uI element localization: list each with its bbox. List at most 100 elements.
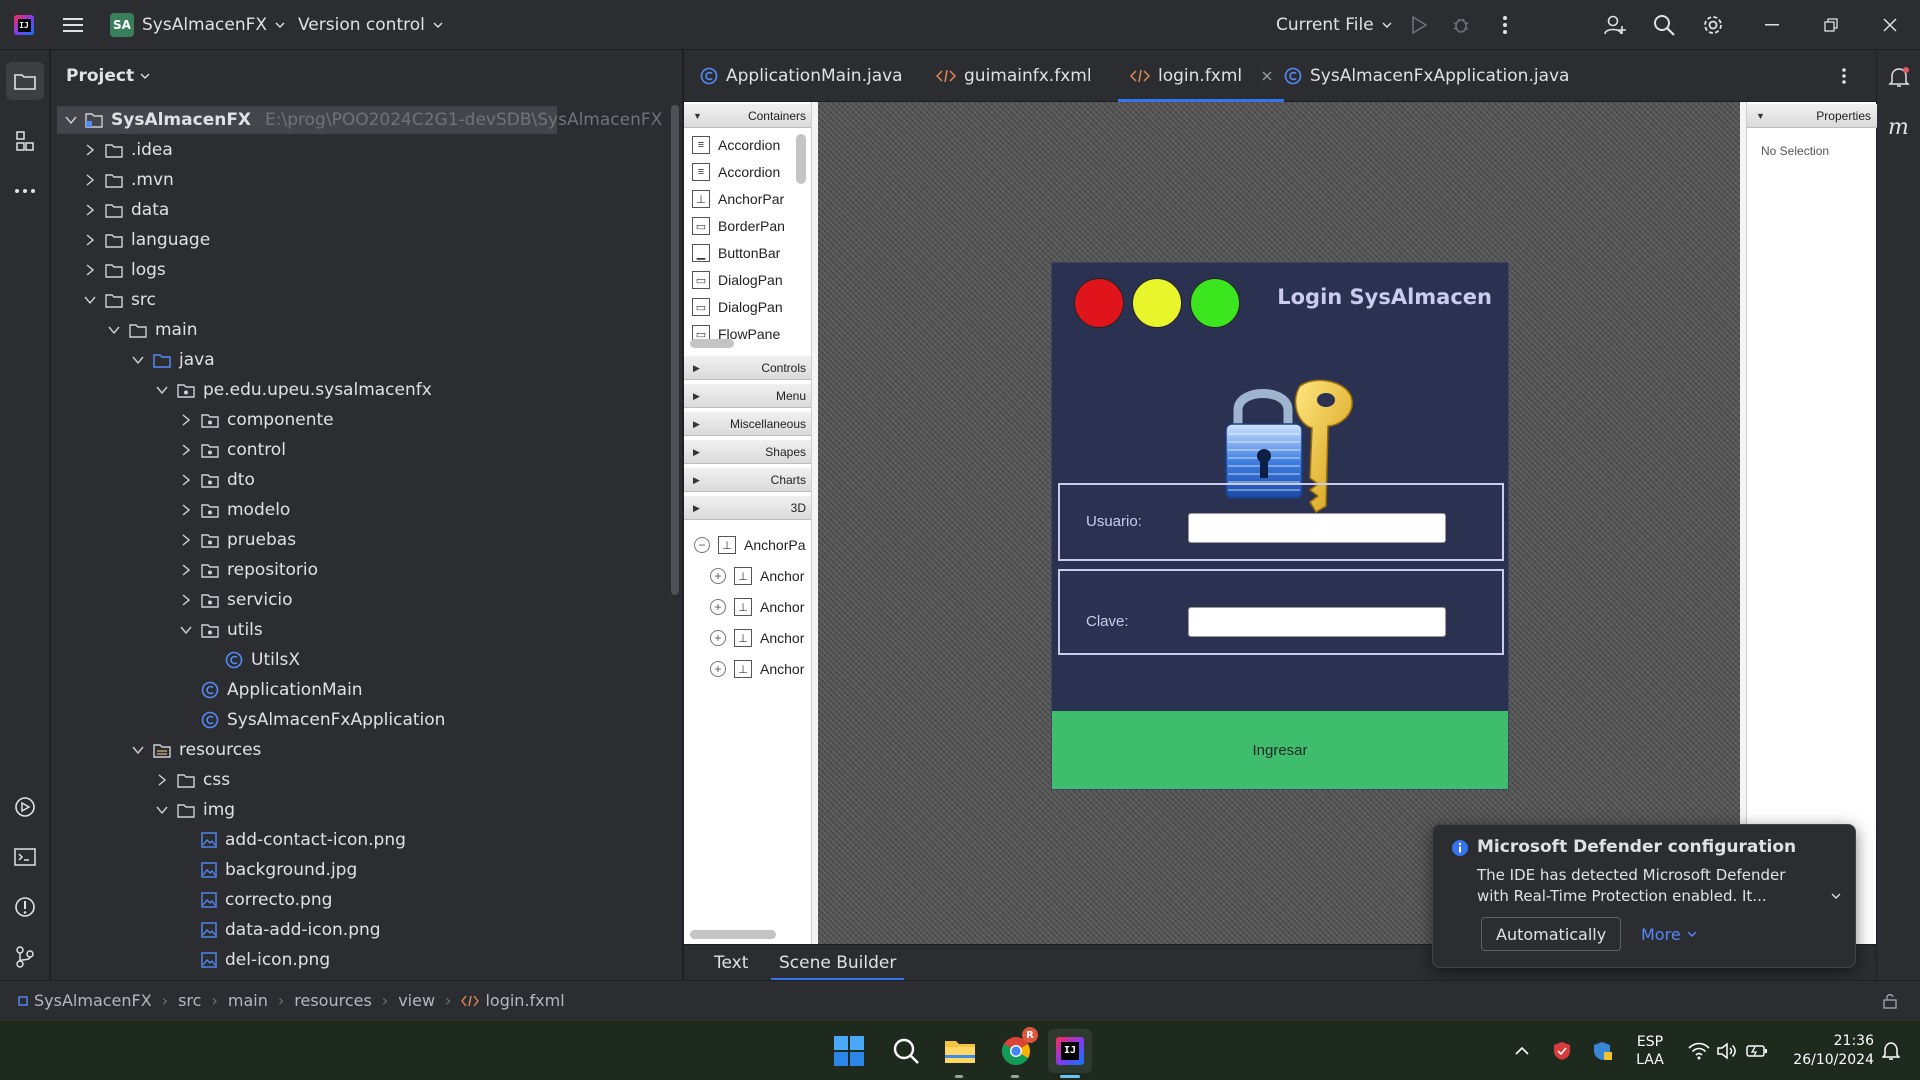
chevron-right-icon[interactable] [83,143,97,157]
chevron-down-icon[interactable] [65,113,77,127]
chevron-right-icon[interactable] [179,473,193,487]
minimize-icon[interactable] [1759,12,1785,38]
hierarchy-node[interactable]: + ⊥ Anchor [710,592,804,622]
run-icon[interactable] [1406,12,1432,38]
chrome-icon[interactable]: R [994,1027,1038,1073]
tab-scene-builder[interactable]: Scene Builder [770,945,905,981]
chevron-right-icon[interactable] [179,503,193,517]
chevron-right-icon[interactable] [83,233,97,247]
project-tool-folder-icon[interactable] [6,62,44,100]
chevron-down-icon[interactable] [83,293,97,307]
hierarchy-node[interactable]: + ⊥ Anchor [710,654,804,684]
library-item[interactable]: ▁ ButtonBar [692,240,780,266]
tree-item-background-jpg[interactable]: background.jpg [51,856,357,884]
breadcrumb-item[interactable]: login.fxml [461,991,565,1010]
chevron-right-icon[interactable] [83,173,97,187]
library-item[interactable]: ▭ DialogPan [692,294,783,320]
hierarchy-hscrollbar[interactable] [690,930,776,939]
tray-overflow-chevron-icon[interactable] [1510,1021,1534,1080]
tree-item-del-icon-png[interactable]: del-icon.png [51,946,330,974]
tree-item-pruebas[interactable]: pruebas [51,526,296,554]
properties-header[interactable]: ▼ Properties [1747,104,1877,128]
project-selector[interactable]: SA SysAlmacenFX [110,0,285,50]
chevron-down-icon[interactable] [155,383,169,397]
notification-center-bell-icon[interactable] [1876,1021,1906,1080]
tree-item-correcto-png[interactable]: correcto.png [51,886,332,914]
chevron-right-icon[interactable] [83,263,97,277]
main-menu-icon[interactable] [60,12,86,38]
library-section-charts[interactable]: ▶ Charts [684,468,811,492]
expand-chevron-icon[interactable] [1831,893,1841,899]
expand-icon[interactable]: + [710,568,726,584]
ai-assistant-icon[interactable]: m [1884,112,1914,142]
vcs-selector[interactable]: Version control [298,0,443,50]
terminal-icon[interactable] [10,842,40,872]
problems-icon[interactable] [10,892,40,922]
tab-guimainfx[interactable]: guimainfx.fxml [936,50,1092,102]
tree-item-sysalmacenfxapplication[interactable]: SysAlmacenFxApplication [51,706,445,734]
tree-item-data[interactable]: data [51,196,169,224]
services-icon[interactable] [10,792,40,822]
chevron-right-icon[interactable] [179,563,193,577]
file-explorer-icon[interactable] [938,1029,982,1073]
library-hscrollbar[interactable] [690,339,734,348]
library-scrollbar[interactable] [796,134,806,184]
library-item[interactable]: ≡ Accordion [692,132,780,158]
login-form-preview[interactable]: Login SysAlmacen Usuario: Clave: Ingresa… [1051,262,1509,790]
breadcrumb-item[interactable]: view [398,991,435,1010]
notifications-bell-icon[interactable] [1884,62,1914,92]
tab-application-main[interactable]: ApplicationMain.java [700,50,903,102]
code-with-me-icon[interactable] [1602,12,1628,38]
tree-item-pe-edu-upeu-sysalmacenfx[interactable]: pe.edu.upeu.sysalmacenfx [51,376,432,404]
restore-icon[interactable] [1818,12,1844,38]
library-section-controls[interactable]: ▶ Controls [684,356,811,380]
chevron-right-icon[interactable] [83,203,97,217]
structure-icon[interactable] [10,126,40,156]
tree-item-utils[interactable]: utils [51,616,263,644]
hierarchy-node[interactable]: + ⊥ Anchor [710,561,804,591]
tree-item-mvn[interactable]: .mvn [51,166,174,194]
security-shield-icon[interactable] [1550,1021,1574,1080]
tab-options-icon[interactable] [1842,50,1846,102]
collapse-icon[interactable]: − [694,537,710,553]
chevron-right-icon[interactable] [155,773,169,787]
tree-item-componente[interactable]: componente [51,406,334,434]
library-section-menu[interactable]: ▶ Menu [684,384,811,408]
tree-item-img[interactable]: img [51,796,235,824]
breadcrumb-item[interactable]: SysAlmacenFX [18,991,152,1010]
automatically-button[interactable]: Automatically [1481,917,1622,951]
ingresar-button[interactable]: Ingresar [1052,711,1508,789]
git-icon[interactable] [10,942,40,972]
lock-status-icon[interactable] [1882,993,1898,1009]
expand-icon[interactable]: + [710,661,726,677]
close-icon[interactable] [1877,12,1903,38]
chevron-right-icon[interactable] [179,593,193,607]
hierarchy-node[interactable]: − ⊥ AnchorPa [694,530,805,560]
tab-sysalmacen-app[interactable]: SysAlmacenFxApplication.java [1284,50,1569,102]
breadcrumb-item[interactable]: src [178,991,201,1010]
chevron-right-icon[interactable] [179,533,193,547]
tab-text[interactable]: Text [714,945,748,981]
tree-item-add-contact-icon-png[interactable]: add-contact-icon.png [51,826,406,854]
chevron-down-icon[interactable] [131,353,145,367]
tab-login-fxml[interactable]: login.fxml [1117,50,1285,102]
library-item[interactable]: ▭ DialogPan [692,267,783,293]
tree-item-modelo[interactable]: modelo [51,496,290,524]
more-actions-icon[interactable] [1492,12,1518,38]
library-section-3d[interactable]: ▶ 3D [684,496,811,520]
library-item[interactable]: ▭ BorderPan [692,213,785,239]
run-config-selector[interactable]: Current File [1276,0,1392,50]
tree-item-dto[interactable]: dto [51,466,255,494]
project-panel-header[interactable]: Project [66,50,150,102]
expand-icon[interactable]: + [710,599,726,615]
usuario-input[interactable] [1188,513,1446,543]
tree-item-repositorio[interactable]: repositorio [51,556,318,584]
library-section-shapes[interactable]: ▶ Shapes [684,440,811,464]
settings-gear-icon[interactable] [1700,12,1726,38]
tree-item-data-add-icon-png[interactable]: data-add-icon.png [51,916,381,944]
clock[interactable]: 21:36 26/10/2024 [1780,1021,1874,1080]
breadcrumb-item[interactable]: resources [294,991,372,1010]
hierarchy-node[interactable]: + ⊥ Anchor [710,623,804,653]
more-tools-icon[interactable] [10,176,40,206]
tree-item-servicio[interactable]: servicio [51,586,293,614]
